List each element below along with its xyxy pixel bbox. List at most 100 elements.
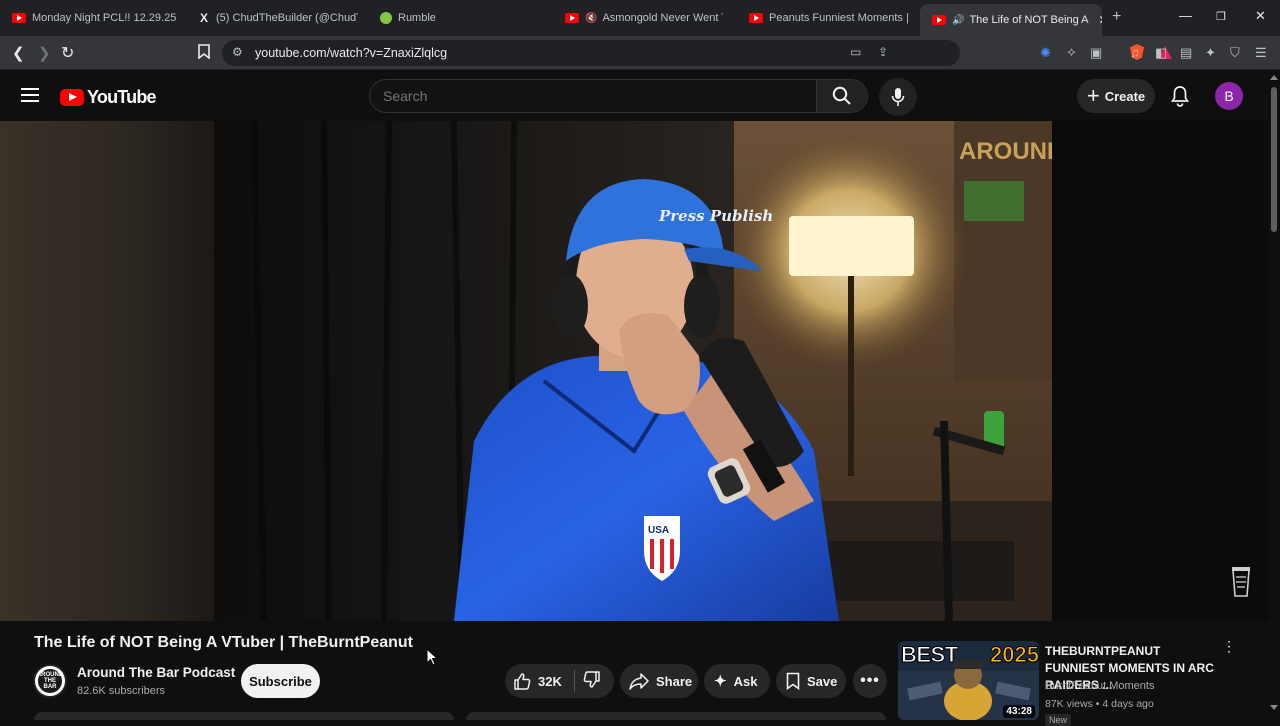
ask-button[interactable]: ✦ Ask xyxy=(704,664,770,698)
bookmark-icon xyxy=(786,672,800,690)
share-label: Share xyxy=(656,673,693,689)
subscriber-count: 82.6K subscribers xyxy=(77,685,166,697)
youtube-icon xyxy=(565,13,579,23)
cup-icon[interactable] xyxy=(1230,566,1252,598)
thumbs-down-icon xyxy=(583,670,600,688)
tab-title: (5) ChudTheBuilder (@ChudThe xyxy=(216,12,358,24)
wallet-icon[interactable]: ▣ xyxy=(1090,45,1102,61)
create-label: Create xyxy=(1104,88,1146,104)
browser-tab[interactable]: Peanuts Funniest Moments | Vo xyxy=(749,4,909,32)
tab-title: Rumble xyxy=(398,12,436,24)
share-page-icon[interactable]: ⇪ xyxy=(878,45,888,59)
ambient-glow xyxy=(0,121,214,621)
subscribe-button[interactable]: Subscribe xyxy=(241,664,320,698)
recommended-thumbnail[interactable]: BEST 2025 43:28 xyxy=(898,641,1039,720)
speaker-icon[interactable]: 🔊 xyxy=(952,15,964,26)
mouse-cursor-icon xyxy=(426,648,438,666)
microphone-icon xyxy=(891,88,905,106)
video-title: The Life of NOT Being A VTuber | TheBurn… xyxy=(34,634,413,651)
window-close-icon[interactable]: ✕ xyxy=(1255,8,1266,24)
x-icon: X xyxy=(199,11,208,25)
like-separator xyxy=(573,670,575,692)
youtube-masthead: YouTube + Create B xyxy=(0,71,1280,121)
sign-text: AROUND xyxy=(959,138,1052,165)
search-field[interactable] xyxy=(369,79,816,113)
tab-title: Monday Night PCL!! 12.29.25 - F xyxy=(32,12,177,24)
menu-icon[interactable]: ☰ xyxy=(1255,45,1267,61)
channel-name[interactable]: Around The Bar Podcast xyxy=(77,665,235,680)
jersey-text: USA xyxy=(648,525,669,536)
bookmark-icon[interactable] xyxy=(198,44,210,62)
voice-search-button[interactable] xyxy=(879,78,917,116)
youtube-logo[interactable]: YouTube xyxy=(60,87,157,108)
browser-tab-active[interactable]: 🔊 The Life of NOT Being A ✕ xyxy=(920,4,1102,36)
browser-tab[interactable]: 🔇 Asmongold Never Went TH xyxy=(565,4,723,32)
sidebar-icon[interactable]: ◧ xyxy=(1155,45,1167,61)
ask-label: Ask xyxy=(733,673,758,689)
back-icon[interactable]: ❮ xyxy=(12,44,25,62)
dislike-button[interactable] xyxy=(583,670,601,692)
recommended-menu-icon[interactable]: ⋮ xyxy=(1222,639,1236,653)
more-actions-button[interactable]: ••• xyxy=(853,664,887,698)
wallet-card-icon[interactable]: ▤ xyxy=(1180,45,1192,61)
sparkle-icon: ✦ xyxy=(714,673,727,690)
extensions-icon[interactable]: ✧ xyxy=(1066,45,1077,61)
video-player[interactable]: AROUND USA Press Publish xyxy=(214,121,1052,621)
new-tab-button[interactable]: + xyxy=(1112,8,1121,26)
address-bar[interactable]: ⚙ youtube.com/watch?v=ZnaxiZlqlcg ▭ ⇪ xyxy=(222,40,1172,66)
like-dislike-group: 32K xyxy=(505,664,614,698)
scrollbar-thumb[interactable] xyxy=(1271,87,1277,232)
channel-avatar[interactable]: AROUND THE BAR xyxy=(33,664,67,698)
search-input[interactable] xyxy=(370,80,816,112)
shield-icon[interactable]: ⛉ xyxy=(1230,45,1240,61)
cap-text: Press Publish xyxy=(658,207,773,225)
close-tab-icon[interactable]: ✕ xyxy=(1098,13,1102,27)
youtube-icon xyxy=(12,13,26,23)
scroll-down-arrow[interactable] xyxy=(1270,705,1278,710)
channel-avatar-text: AROUND THE BAR xyxy=(37,669,63,693)
vpn-icon[interactable]: ✺ xyxy=(1040,45,1051,61)
tab-title: Asmongold Never Went TH xyxy=(602,12,723,24)
like-button[interactable]: 32K xyxy=(505,664,562,698)
comments-box[interactable] xyxy=(466,712,886,720)
restore-icon[interactable]: ❐ xyxy=(1216,10,1226,23)
save-button[interactable]: Save xyxy=(776,664,846,698)
forward-icon[interactable]: ❯ xyxy=(38,44,51,62)
new-badge: New xyxy=(1045,714,1072,726)
youtube-icon xyxy=(749,13,763,23)
page-scrollbar[interactable] xyxy=(1268,71,1280,720)
create-button[interactable]: + Create xyxy=(1077,79,1155,113)
reload-icon[interactable]: ↻ xyxy=(61,43,74,63)
thumbs-up-icon xyxy=(514,673,531,690)
youtube-play-icon xyxy=(60,89,84,106)
search-button[interactable] xyxy=(816,79,868,113)
plus-icon: + xyxy=(1086,83,1100,108)
browser-tab[interactable]: X (5) ChudTheBuilder (@ChudThe xyxy=(198,4,358,32)
thumbnail-text: BEST xyxy=(901,642,959,668)
browser-tab-bar: Monday Night PCL!! 12.29.25 - F X (5) Ch… xyxy=(0,0,1280,36)
muted-speaker-icon[interactable]: 🔇 xyxy=(585,13,597,24)
leo-ai-icon[interactable]: ✦ xyxy=(1205,45,1216,61)
description-box[interactable] xyxy=(34,712,454,720)
browser-tab[interactable]: Monday Night PCL!! 12.29.25 - F xyxy=(12,4,177,32)
save-label: Save xyxy=(807,673,838,689)
browser-tab[interactable]: Rumble xyxy=(380,4,460,32)
more-horizontal-icon: ••• xyxy=(860,672,880,689)
logo-text: YouTube xyxy=(87,87,157,107)
share-button[interactable]: Share xyxy=(620,664,698,698)
like-count: 32K xyxy=(538,673,562,689)
recommended-channel[interactable]: BurntPeanut Moments xyxy=(1045,680,1154,692)
site-settings-icon[interactable]: ⚙ xyxy=(232,45,243,59)
account-avatar[interactable]: B xyxy=(1215,82,1243,110)
cast-icon[interactable]: ▭ xyxy=(850,45,861,59)
media-icon[interactable]: ♫ xyxy=(1130,45,1140,60)
avatar-letter: B xyxy=(1224,88,1234,104)
notifications-button[interactable] xyxy=(1170,85,1190,112)
youtube-icon xyxy=(932,15,946,25)
url-text[interactable]: youtube.com/watch?v=ZnaxiZlqlcg xyxy=(255,46,447,60)
rumble-icon xyxy=(380,12,392,24)
minimize-icon[interactable]: — xyxy=(1179,8,1192,23)
scroll-up-arrow[interactable] xyxy=(1270,75,1278,80)
share-icon xyxy=(629,673,649,690)
guide-menu-icon[interactable] xyxy=(21,88,39,102)
